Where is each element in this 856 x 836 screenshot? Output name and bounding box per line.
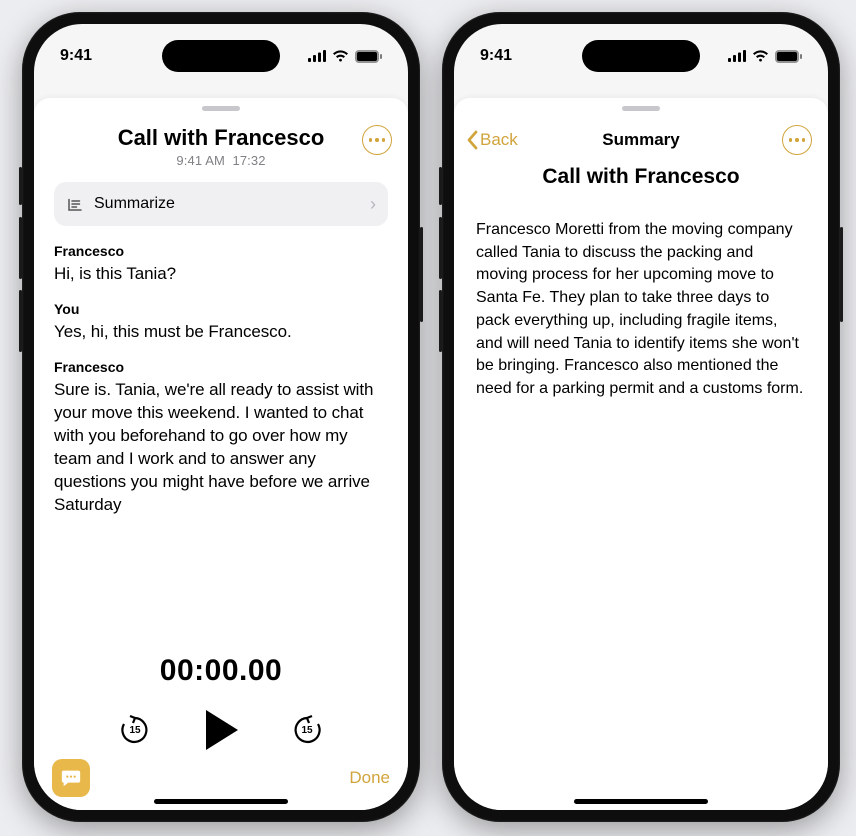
summary-header-title: Summary bbox=[602, 130, 679, 150]
more-button[interactable] bbox=[362, 125, 392, 155]
message-icon bbox=[60, 767, 82, 789]
home-indicator[interactable] bbox=[154, 799, 288, 804]
transcript-line: Yes, hi, this must be Francesco. bbox=[54, 321, 388, 344]
play-button[interactable] bbox=[204, 710, 238, 750]
summary-body: Francesco Moretti from the moving compan… bbox=[454, 203, 828, 401]
transcript[interactable]: Francesco Hi, is this Tania? You Yes, hi… bbox=[54, 242, 388, 516]
more-button[interactable] bbox=[782, 125, 812, 155]
sheet-grabber[interactable] bbox=[622, 106, 660, 111]
summary-sheet: Back Summary Call with Francesco Frances… bbox=[454, 98, 828, 810]
back-label: Back bbox=[480, 130, 518, 150]
wifi-icon bbox=[752, 50, 769, 62]
chevron-left-icon bbox=[466, 130, 478, 150]
speaker-label: Francesco bbox=[54, 242, 388, 261]
status-time: 9:41 bbox=[60, 47, 92, 65]
recording-sheet: Call with Francesco 9:41 AM 17:32 Summar… bbox=[34, 98, 408, 810]
status-time: 9:41 bbox=[480, 47, 512, 65]
skip-forward-button[interactable]: 15 bbox=[290, 713, 324, 747]
summarize-icon bbox=[66, 195, 84, 213]
ellipsis-icon bbox=[369, 138, 386, 142]
transcript-line: Hi, is this Tania? bbox=[54, 263, 388, 286]
sheet-grabber[interactable] bbox=[202, 106, 240, 111]
chevron-right-icon: › bbox=[370, 194, 376, 215]
player: 00:00.00 15 15 bbox=[34, 654, 408, 750]
skip-back-button[interactable]: 15 bbox=[118, 713, 152, 747]
skip-back-seconds: 15 bbox=[118, 713, 152, 747]
cellular-icon bbox=[728, 50, 746, 62]
summarize-label: Summarize bbox=[94, 195, 360, 213]
speaker-label: Francesco bbox=[54, 358, 388, 377]
status-bar: 9:41 bbox=[34, 38, 408, 74]
battery-icon bbox=[355, 50, 382, 63]
transcript-line: Sure is. Tania, we're all ready to assis… bbox=[54, 379, 388, 517]
battery-icon bbox=[775, 50, 802, 63]
home-indicator[interactable] bbox=[574, 799, 708, 804]
skip-forward-seconds: 15 bbox=[290, 713, 324, 747]
summary-title: Call with Francesco bbox=[454, 165, 828, 189]
cellular-icon bbox=[308, 50, 326, 62]
speaker-label: You bbox=[54, 300, 388, 319]
status-bar: 9:41 bbox=[454, 38, 828, 74]
ellipsis-icon bbox=[789, 138, 806, 142]
player-timecode: 00:00.00 bbox=[34, 654, 408, 688]
phone-transcript: 9:41 Call with Francesco 9:41 AM 17:32 bbox=[22, 12, 420, 822]
phone-summary: 9:41 Back Summary Call with Francesco bbox=[442, 12, 840, 822]
summarize-button[interactable]: Summarize › bbox=[54, 182, 388, 226]
wifi-icon bbox=[332, 50, 349, 62]
back-button[interactable]: Back bbox=[466, 130, 518, 150]
done-button[interactable]: Done bbox=[349, 768, 390, 788]
messages-button[interactable] bbox=[52, 759, 90, 797]
